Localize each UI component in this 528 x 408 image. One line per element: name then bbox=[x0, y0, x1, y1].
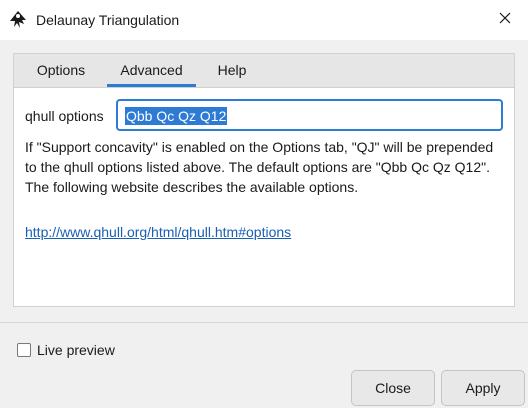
tab-help[interactable]: Help bbox=[207, 54, 257, 87]
window-title: Delaunay Triangulation bbox=[36, 12, 180, 28]
live-preview-toggle[interactable]: Live preview bbox=[17, 340, 115, 360]
close-icon bbox=[499, 11, 511, 29]
live-preview-label: Live preview bbox=[37, 342, 115, 358]
tab-advanced[interactable]: Advanced bbox=[107, 54, 196, 87]
qhull-description: If "Support concavity" is enabled on the… bbox=[25, 139, 494, 195]
tab-options[interactable]: Options bbox=[24, 54, 98, 87]
qhull-options-value: Qbb Qc Qz Q12 bbox=[125, 107, 228, 125]
close-button[interactable]: Close bbox=[351, 370, 435, 406]
dialog-window: Delaunay Triangulation Options Advanced … bbox=[0, 0, 528, 408]
qhull-options-input[interactable]: Qbb Qc Qz Q12 bbox=[116, 99, 503, 131]
apply-button[interactable]: Apply bbox=[441, 370, 525, 406]
tab-advanced-label: Advanced bbox=[120, 62, 183, 78]
tab-help-label: Help bbox=[217, 62, 247, 78]
close-window-button[interactable] bbox=[482, 0, 528, 40]
inkscape-icon bbox=[8, 10, 28, 30]
qhull-docs-link[interactable]: http://www.qhull.org/html/qhull.htm#opti… bbox=[25, 222, 291, 242]
tab-bar: Options Advanced Help bbox=[13, 53, 515, 87]
qhull-options-label: qhull options bbox=[25, 108, 104, 124]
advanced-panel: qhull options Qbb Qc Qz Q12 If "Support … bbox=[13, 87, 515, 307]
live-preview-checkbox[interactable] bbox=[17, 343, 31, 357]
title-bar: Delaunay Triangulation bbox=[0, 0, 528, 40]
footer-separator bbox=[0, 322, 528, 323]
tab-options-label: Options bbox=[36, 62, 86, 78]
